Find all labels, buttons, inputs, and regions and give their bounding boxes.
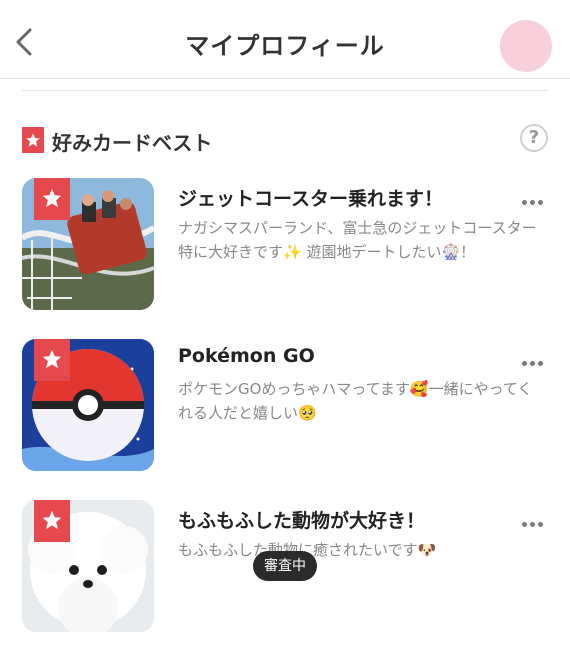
more-options-icon[interactable] xyxy=(522,351,548,366)
divider xyxy=(22,90,548,91)
avatar[interactable] xyxy=(500,20,552,72)
star-ribbon-icon xyxy=(34,500,70,542)
section-header: 好みカードベスト ? xyxy=(22,124,548,156)
star-badge-icon xyxy=(22,127,44,153)
card-thumbnail xyxy=(22,339,154,471)
card-description: ポケモンGOめっちゃハマってます🥰一緒にやってくれる人だと嬉しい🥺 xyxy=(178,380,533,422)
card-thumbnail xyxy=(22,500,154,632)
favorite-card[interactable]: ジェットコースター乗れます！ ナガシマスパーランド、富士急のジェットコースター特… xyxy=(22,178,548,310)
card-title: もふもふした動物が大好き！ xyxy=(178,510,426,532)
card-description: ナガシマスパーランド、富士急のジェットコースター特に大好きです✨ 遊園地デートし… xyxy=(178,219,537,261)
more-options-icon[interactable] xyxy=(522,190,548,205)
more-options-icon[interactable] xyxy=(522,512,548,527)
review-status-toast: 審査中 xyxy=(253,551,317,581)
help-icon[interactable]: ? xyxy=(520,124,548,152)
card-description: もふもふした動物に癒されたいです🐶 xyxy=(178,541,437,559)
star-ribbon-icon xyxy=(34,339,70,381)
section-title: 好みカードベスト xyxy=(52,131,213,155)
page-title: マイプロフィール xyxy=(185,32,385,60)
card-title: Pokémon GO xyxy=(178,345,315,367)
favorite-card[interactable]: Pokémon GO ポケモンGOめっちゃハマってます🥰一緒にやってくれる人だと… xyxy=(22,339,548,471)
card-thumbnail xyxy=(22,178,154,310)
star-ribbon-icon xyxy=(34,178,70,220)
header-bar: マイプロフィール xyxy=(0,0,570,79)
card-title: ジェットコースター乗れます！ xyxy=(178,188,444,210)
